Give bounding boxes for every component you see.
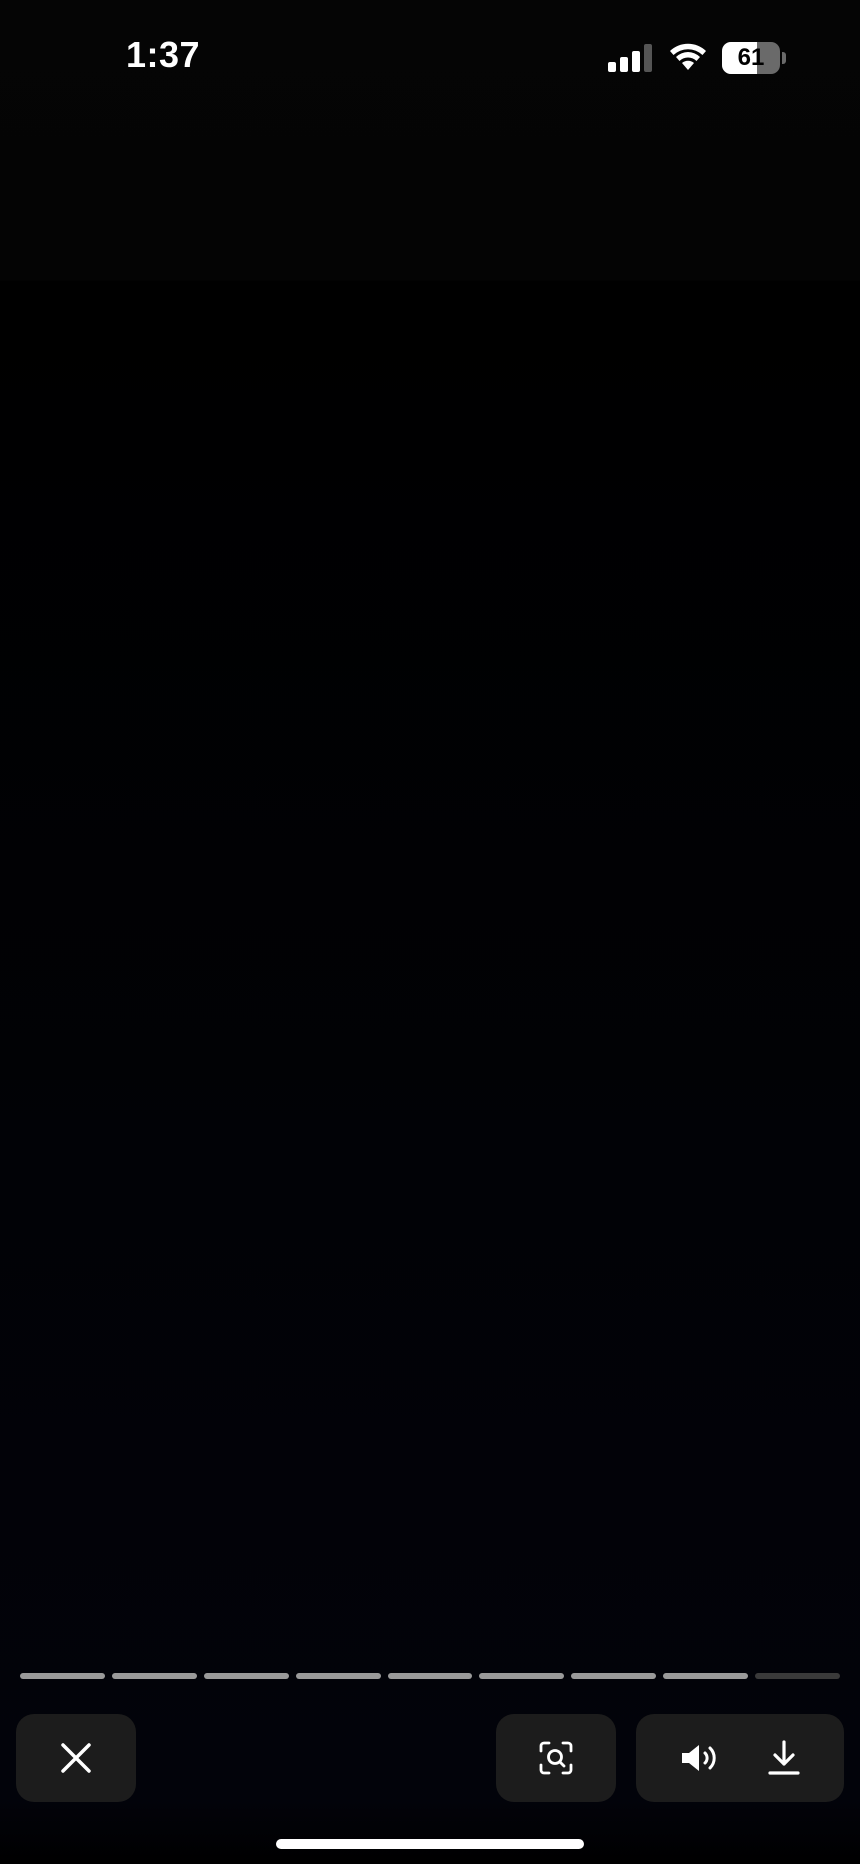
media-actions-group (636, 1714, 844, 1802)
story-progress-segment (387, 1673, 473, 1679)
visual-search-icon (539, 1741, 573, 1775)
status-time: 1:37 (126, 34, 201, 75)
story-progress-segment (571, 1673, 657, 1679)
story-progress-segment (663, 1673, 749, 1679)
close-icon (60, 1742, 92, 1774)
story-progress-bar (20, 1673, 841, 1679)
battery-cap (782, 52, 786, 64)
story-progress-segment (111, 1673, 197, 1679)
story-progress-segment (479, 1673, 565, 1679)
battery-icon: 61 (722, 42, 780, 74)
battery-percent: 61 (737, 44, 765, 71)
story-progress-segment (755, 1673, 841, 1679)
speaker-icon[interactable] (680, 1742, 720, 1774)
story-progress-segment (203, 1673, 289, 1679)
download-icon[interactable] (767, 1740, 801, 1776)
home-indicator[interactable] (276, 1839, 584, 1849)
visual-search-button[interactable] (496, 1714, 616, 1802)
cellular-signal-icon (608, 44, 654, 72)
story-progress-segment (20, 1673, 105, 1679)
status-bar: 1:37 61 (0, 0, 860, 120)
close-button[interactable] (16, 1714, 136, 1802)
wifi-icon (668, 42, 708, 72)
story-progress-segment (295, 1673, 381, 1679)
